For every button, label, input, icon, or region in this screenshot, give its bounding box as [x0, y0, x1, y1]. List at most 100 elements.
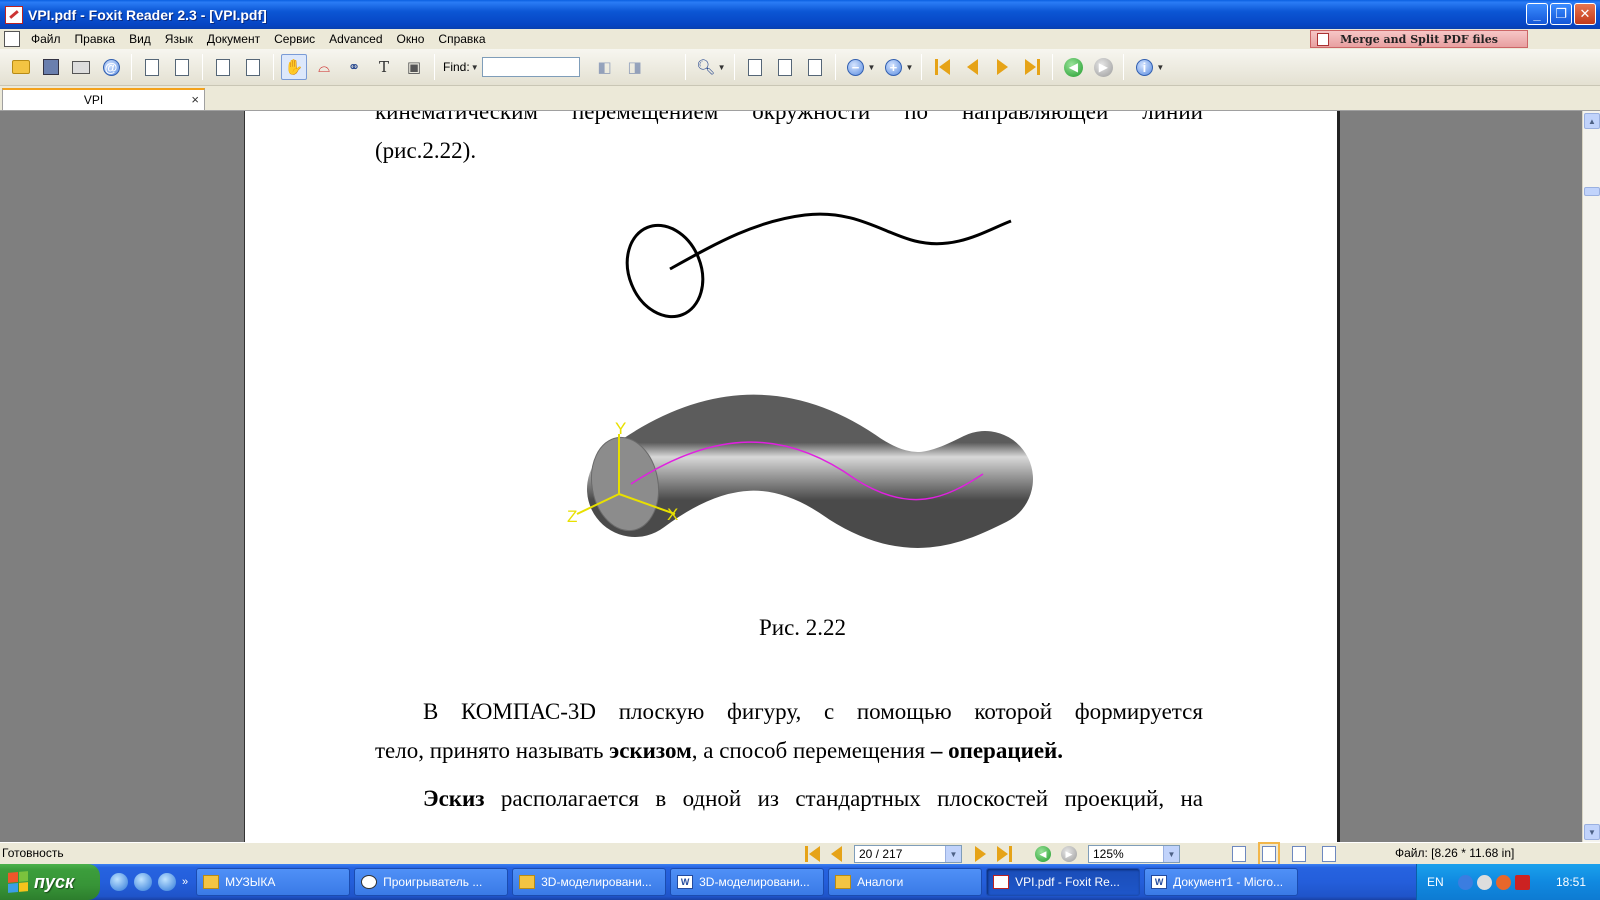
find-input[interactable] — [481, 57, 580, 77]
tab-label: VPI — [83, 93, 104, 107]
document-info-button[interactable]: i — [1131, 54, 1157, 80]
axis-label-x: X — [667, 505, 678, 524]
zoom-in-tool-button[interactable]: 🔍︎ — [693, 54, 719, 80]
scroll-down-button[interactable]: ▼ — [1584, 824, 1600, 840]
internet-explorer-icon[interactable] — [134, 873, 152, 891]
menu-help[interactable]: Справка — [431, 32, 492, 46]
page-indicator: 20 / 217 — [859, 847, 903, 861]
page-number-input[interactable]: 20 / 217 ▼ — [854, 845, 962, 863]
save-button[interactable] — [38, 54, 64, 80]
scroll-thumb[interactable] — [1584, 187, 1600, 196]
network-icon[interactable] — [1457, 874, 1473, 890]
taskbar-button-analogs[interactable]: Аналоги — [828, 868, 983, 896]
taskbar-button-foxit[interactable]: VPI.pdf - Foxit Re... — [986, 868, 1141, 896]
taskbar-button-3d-folder[interactable]: 3D-моделировани... — [512, 868, 667, 896]
continuous-facing-view-icon[interactable] — [1322, 846, 1336, 862]
print-button[interactable] — [68, 54, 94, 80]
foxit-app-icon[interactable] — [5, 5, 23, 24]
scroll-up-button[interactable]: ▲ — [1584, 113, 1600, 129]
select-text-button[interactable]: T — [371, 54, 397, 80]
fit-page-button[interactable] — [240, 54, 266, 80]
start-button[interactable]: пуск — [0, 864, 100, 900]
find-next-button[interactable]: ◨ — [622, 54, 648, 80]
taskbar-button-document1[interactable]: W Документ1 - Micro... — [1144, 868, 1299, 896]
toolbar-separator — [834, 54, 836, 80]
rotate-right-button[interactable] — [169, 54, 195, 80]
email-button[interactable]: @ — [98, 54, 124, 80]
hand-tool-button[interactable]: ✋ — [281, 54, 307, 80]
back-button[interactable]: ◀ — [1060, 54, 1086, 80]
clock[interactable]: 18:51 — [1556, 875, 1586, 889]
tab-vpi[interactable]: VPI × — [2, 88, 205, 110]
text-word: линии — [1142, 111, 1203, 124]
zoom-tool-dropdown[interactable]: ▼ — [718, 63, 726, 72]
fit-page-icon — [246, 58, 260, 76]
banner-label: Merge and Split PDF files — [1340, 32, 1498, 46]
open-button[interactable] — [8, 54, 34, 80]
page-dropdown-icon[interactable]: ▼ — [945, 846, 961, 862]
typewriter-button[interactable]: ⌓ — [311, 54, 337, 80]
next-page-button[interactable] — [989, 54, 1015, 80]
text-word: одной — [682, 786, 742, 811]
fit-width-button[interactable] — [802, 54, 828, 80]
find-previous-button[interactable]: ◧ — [592, 54, 618, 80]
chevron-more-icon[interactable]: » — [182, 876, 188, 888]
zoom-out-dropdown[interactable]: ▼ — [868, 63, 876, 72]
next-page-icon — [974, 846, 986, 862]
menu-window[interactable]: Окно — [390, 32, 432, 46]
info-dropdown[interactable]: ▼ — [1156, 63, 1164, 72]
actual-size-button[interactable] — [742, 54, 768, 80]
text-word: помощью — [856, 699, 952, 724]
language-indicator[interactable]: EN — [1427, 875, 1444, 889]
continuous-view-icon[interactable] — [1258, 842, 1280, 866]
minus-icon: − — [847, 58, 865, 76]
menu-edit[interactable]: Правка — [68, 32, 123, 46]
restore-button[interactable]: ❐ — [1550, 3, 1572, 25]
text-word: плоскостей — [937, 786, 1049, 811]
show-desktop-icon[interactable] — [110, 873, 128, 891]
plus-icon: + — [884, 58, 902, 76]
rotate-left-button[interactable] — [139, 54, 165, 80]
taskbar-button-3d-word[interactable]: W 3D-моделировани... — [670, 868, 825, 896]
forward-button[interactable]: ▶ — [1090, 54, 1116, 80]
zoom-in-dropdown[interactable]: ▼ — [905, 63, 913, 72]
previous-page-button[interactable] — [959, 54, 985, 80]
close-button[interactable]: ✕ — [1574, 3, 1596, 25]
security-alert-icon[interactable] — [1514, 874, 1530, 890]
vertical-scrollbar[interactable]: ▲ ▼ — [1582, 111, 1600, 842]
taskbar-button-music[interactable]: МУЗЫКА — [196, 868, 351, 896]
minimize-button[interactable]: _ — [1526, 3, 1548, 25]
text-word: на — [1180, 786, 1203, 811]
document-menu-icon[interactable] — [4, 31, 20, 47]
tab-close-icon[interactable]: × — [191, 92, 199, 107]
zoom-out-button[interactable]: − — [843, 54, 869, 80]
zoom-dropdown-icon[interactable]: ▼ — [1163, 846, 1179, 862]
paragraph-1-line-1: В КОМПАС-3D плоскую фигуру, с помощью ко… — [423, 699, 1203, 725]
first-page-button[interactable] — [929, 54, 955, 80]
single-page-view-icon[interactable] — [1232, 846, 1246, 862]
last-page-button[interactable] — [1019, 54, 1045, 80]
bookmarks-button[interactable] — [210, 54, 236, 80]
actual-size-icon — [747, 58, 762, 76]
volume-icon[interactable] — [1476, 874, 1492, 890]
search-button[interactable]: ⚭ — [341, 54, 367, 80]
find-options-dropdown[interactable]: ▼ — [471, 63, 479, 72]
windows-taskbar: пуск » МУЗЫКА Проигрыватель ... 3D-модел… — [0, 864, 1600, 900]
menu-document[interactable]: Документ — [200, 32, 267, 46]
document-viewport[interactable]: кинематическим перемещением окружности п… — [0, 111, 1582, 842]
merge-split-banner[interactable]: Merge and Split PDF files — [1310, 30, 1528, 48]
snapshot-button[interactable]: ▣ — [401, 54, 427, 80]
text-word: окружности — [752, 111, 871, 124]
menu-file[interactable]: Файл — [24, 32, 68, 46]
media-player-icon[interactable] — [158, 873, 176, 891]
menu-view[interactable]: Вид — [122, 32, 158, 46]
fit-window-button[interactable] — [772, 54, 798, 80]
menu-language[interactable]: Язык — [158, 32, 200, 46]
facing-view-icon[interactable] — [1292, 846, 1306, 862]
taskbar-button-player[interactable]: Проигрыватель ... — [354, 868, 509, 896]
zoom-in-button[interactable]: + — [880, 54, 906, 80]
zoom-select[interactable]: 125% ▼ — [1088, 845, 1180, 863]
menu-service[interactable]: Сервис — [267, 32, 322, 46]
menu-advanced[interactable]: Advanced — [322, 32, 389, 46]
antivirus-icon[interactable] — [1495, 874, 1511, 890]
